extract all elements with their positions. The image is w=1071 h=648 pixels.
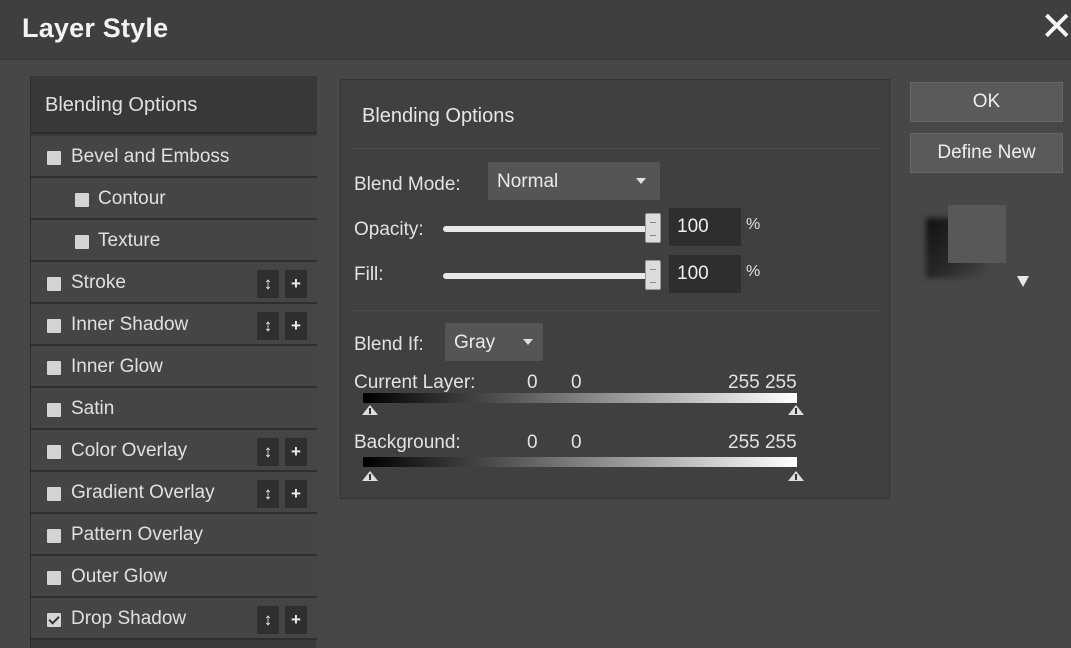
- add-icon[interactable]: +: [285, 438, 307, 466]
- sidebar-item-bevel-and-emboss[interactable]: Bevel and Emboss: [31, 136, 317, 178]
- fill-label: Fill:: [354, 264, 384, 285]
- divider: [351, 148, 881, 149]
- sidebar-item-label: Inner Shadow: [71, 314, 189, 335]
- sidebar-item-stroke[interactable]: Stroke ↕ +: [31, 262, 317, 304]
- blend-if-select[interactable]: Gray: [445, 323, 543, 361]
- sidebar-item-inner-glow[interactable]: Inner Glow: [31, 346, 317, 388]
- add-icon[interactable]: +: [285, 312, 307, 340]
- sidebar-item-texture[interactable]: Texture: [31, 220, 317, 262]
- background-gradient: [363, 457, 797, 467]
- sidebar-item-label: Blending Options: [45, 94, 198, 116]
- divider: [351, 310, 881, 311]
- sidebar-item-label: Stroke: [71, 272, 126, 293]
- stroke-checkbox[interactable]: [47, 277, 61, 291]
- current-layer-low-white: 0: [571, 372, 582, 393]
- sidebar-item-label: Drop Shadow: [71, 608, 187, 629]
- sidebar-item-outer-glow[interactable]: Outer Glow: [31, 556, 317, 598]
- current-layer-label: Current Layer:: [354, 372, 476, 393]
- gradient-overlay-checkbox[interactable]: [47, 487, 61, 501]
- chevron-down-icon: [636, 178, 646, 184]
- background-label: Background:: [354, 432, 461, 453]
- add-icon[interactable]: +: [285, 480, 307, 508]
- fill-input[interactable]: 100: [669, 255, 741, 293]
- sidebar-item-label: Outer Glow: [71, 566, 168, 587]
- sidebar-item-drop-shadow[interactable]: Drop Shadow ↕ +: [31, 598, 317, 640]
- background-low-black: 0: [527, 432, 538, 453]
- background-high: 255 255: [728, 432, 797, 453]
- inner-glow-checkbox[interactable]: [47, 361, 61, 375]
- sidebar-item-label: Pattern Overlay: [71, 524, 203, 545]
- sidebar-item-inner-shadow[interactable]: Inner Shadow ↕ +: [31, 304, 317, 346]
- current-layer-low-black: 0: [527, 372, 538, 393]
- close-icon[interactable]: ✕: [1040, 7, 1071, 47]
- dialog-titlebar: Layer Style ✕: [0, 0, 1071, 60]
- background-white-handle[interactable]: [788, 471, 804, 481]
- sidebar-item-contour[interactable]: Contour: [31, 178, 317, 220]
- fill-slider-track[interactable]: [443, 273, 653, 279]
- add-icon[interactable]: +: [285, 270, 307, 298]
- current-layer-black-handle[interactable]: [362, 405, 378, 415]
- outer-glow-checkbox[interactable]: [47, 571, 61, 585]
- sidebar-item-label: Texture: [98, 230, 161, 251]
- reorder-icon[interactable]: ↕: [257, 312, 279, 340]
- sidebar-item-label: Color Overlay: [71, 440, 188, 461]
- ok-button[interactable]: OK: [910, 82, 1063, 122]
- color-overlay-checkbox[interactable]: [47, 445, 61, 459]
- sidebar-item-label: Gradient Overlay: [71, 482, 215, 503]
- define-new-button[interactable]: Define New: [910, 133, 1063, 173]
- texture-checkbox[interactable]: [75, 235, 89, 249]
- sidebar-item-label: Bevel and Emboss: [71, 146, 230, 167]
- current-layer-high: 255 255: [728, 372, 797, 393]
- panel-title: Blending Options: [362, 105, 515, 127]
- dialog-title: Layer Style: [22, 13, 169, 43]
- chevron-down-icon: [523, 339, 533, 345]
- inner-shadow-checkbox[interactable]: [47, 319, 61, 333]
- reorder-icon[interactable]: ↕: [257, 606, 279, 634]
- reorder-icon[interactable]: ↕: [257, 270, 279, 298]
- fill-slider-thumb[interactable]: [645, 260, 661, 290]
- reorder-icon[interactable]: ↕: [257, 438, 279, 466]
- sidebar-item-label: Satin: [71, 398, 115, 419]
- opacity-input[interactable]: 100: [669, 208, 741, 246]
- bevel-and-emboss-checkbox[interactable]: [47, 151, 61, 165]
- blend-if-label: Blend If:: [354, 334, 424, 355]
- background-black-handle[interactable]: [362, 471, 378, 481]
- drop-shadow-checkbox[interactable]: [47, 613, 61, 627]
- sidebar-item-pattern-overlay[interactable]: Pattern Overlay: [31, 514, 317, 556]
- satin-checkbox[interactable]: [47, 403, 61, 417]
- blend-mode-select[interactable]: Normal: [488, 162, 660, 200]
- reorder-icon[interactable]: ↕: [257, 480, 279, 508]
- current-layer-gradient: [363, 393, 797, 403]
- fill-unit: %: [746, 263, 761, 280]
- sidebar-item-gradient-overlay[interactable]: Gradient Overlay ↕ +: [31, 472, 317, 514]
- pattern-overlay-checkbox[interactable]: [47, 529, 61, 543]
- style-preview: [948, 205, 1006, 263]
- blend-mode-label: Blend Mode:: [354, 174, 461, 195]
- contour-checkbox[interactable]: [75, 193, 89, 207]
- sidebar-item-label: Inner Glow: [71, 356, 163, 377]
- blending-options-panel: Blending Options Blend Mode: Normal Opac…: [340, 79, 890, 499]
- sidebar-item-color-overlay[interactable]: Color Overlay ↕ +: [31, 430, 317, 472]
- triangle-down-icon[interactable]: [1017, 276, 1029, 287]
- current-layer-white-handle[interactable]: [788, 405, 804, 415]
- sidebar-item-label: Contour: [98, 188, 166, 209]
- sidebar-item-blending-options[interactable]: Blending Options: [31, 76, 317, 134]
- opacity-slider-thumb[interactable]: [645, 213, 661, 243]
- blend-if-value: Gray: [454, 332, 496, 353]
- opacity-label: Opacity:: [354, 219, 424, 240]
- add-icon[interactable]: +: [285, 606, 307, 634]
- blend-mode-value: Normal: [497, 171, 559, 192]
- opacity-slider-track[interactable]: [443, 226, 653, 232]
- sidebar-item-satin[interactable]: Satin: [31, 388, 317, 430]
- opacity-unit: %: [746, 216, 761, 233]
- effects-list: Blending Options Bevel and Emboss Contou…: [30, 76, 317, 648]
- background-low-white: 0: [571, 432, 582, 453]
